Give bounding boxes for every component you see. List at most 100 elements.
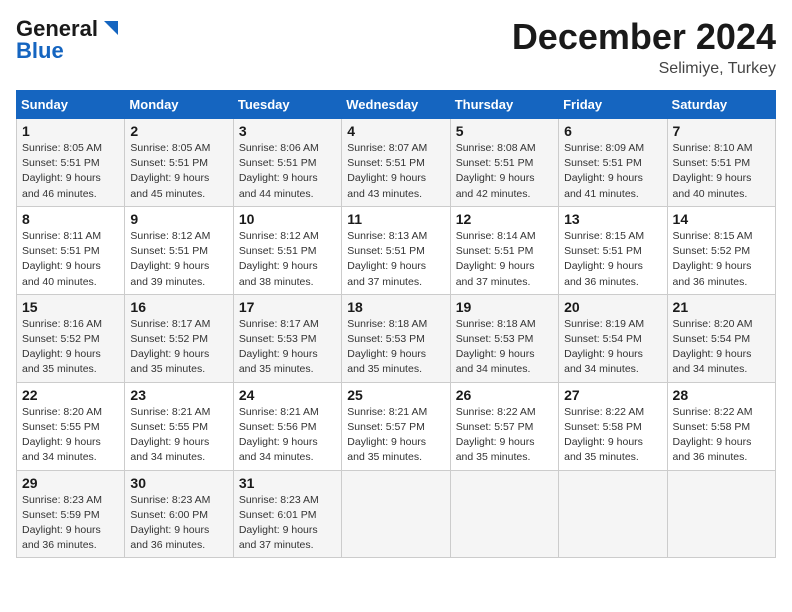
day-number: 21	[673, 299, 770, 315]
day-number: 26	[456, 387, 553, 403]
calendar-cell: 12 Sunrise: 8:14 AMSunset: 5:51 PMDayligh…	[450, 206, 558, 294]
day-info: Sunrise: 8:22 AMSunset: 5:57 PMDaylight:…	[456, 405, 553, 466]
calendar-cell: 19 Sunrise: 8:18 AMSunset: 5:53 PMDayligh…	[450, 294, 558, 382]
day-number: 1	[22, 123, 119, 139]
day-info: Sunrise: 8:20 AMSunset: 5:54 PMDaylight:…	[673, 317, 770, 378]
day-info: Sunrise: 8:17 AMSunset: 5:52 PMDaylight:…	[130, 317, 227, 378]
calendar-cell	[450, 470, 558, 558]
month-title: December 2024	[512, 16, 776, 58]
day-info: Sunrise: 8:23 AMSunset: 5:59 PMDaylight:…	[22, 493, 119, 554]
calendar-cell: 14Sunrise: 8:15 AMSunset: 5:52 PMDayligh…	[667, 206, 775, 294]
calendar-cell	[667, 470, 775, 558]
calendar-cell: 29Sunrise: 8:23 AMSunset: 5:59 PMDayligh…	[17, 470, 125, 558]
day-info: Sunrise: 8:22 AMSunset: 5:58 PMDaylight:…	[673, 405, 770, 466]
day-number: 8	[22, 211, 119, 227]
weekday-header-friday: Friday	[559, 91, 667, 119]
day-info: Sunrise: 8:15 AMSunset: 5:51 PMDaylight:…	[564, 229, 661, 290]
day-number: 6	[564, 123, 661, 139]
calendar-cell: 17Sunrise: 8:17 AMSunset: 5:53 PMDayligh…	[233, 294, 341, 382]
location: Selimiye, Turkey	[512, 60, 776, 78]
calendar-cell: 9Sunrise: 8:12 AMSunset: 5:51 PMDaylight…	[125, 206, 233, 294]
day-info: Sunrise: 8:21 AMSunset: 5:57 PMDaylight:…	[347, 405, 444, 466]
calendar-cell: 11 Sunrise: 8:13 AMSunset: 5:51 PMDayligh…	[342, 206, 450, 294]
calendar-cell	[342, 470, 450, 558]
day-info: Sunrise: 8:05 AMSunset: 5:51 PMDaylight:…	[130, 141, 227, 202]
calendar-cell: 31Sunrise: 8:23 AMSunset: 6:01 PMDayligh…	[233, 470, 341, 558]
day-number: 13	[564, 211, 661, 227]
calendar-cell: 23 Sunrise: 8:21 AMSunset: 5:55 PMDayligh…	[125, 382, 233, 470]
day-number: 10	[239, 211, 336, 227]
day-info: Sunrise: 8:23 AMSunset: 6:00 PMDaylight:…	[130, 493, 227, 554]
day-number: 3	[239, 123, 336, 139]
calendar-body: 1 Sunrise: 8:05 AMSunset: 5:51 PMDaylight…	[17, 119, 776, 558]
logo-blue: Blue	[16, 38, 64, 64]
day-number: 12	[456, 211, 553, 227]
calendar-week-2: 8 Sunrise: 8:11 AMSunset: 5:51 PMDaylight…	[17, 206, 776, 294]
day-info: Sunrise: 8:12 AMSunset: 5:51 PMDaylight:…	[239, 229, 336, 290]
calendar-cell: 20 Sunrise: 8:19 AMSunset: 5:54 PMDayligh…	[559, 294, 667, 382]
day-number: 30	[130, 475, 227, 491]
calendar-cell: 4Sunrise: 8:07 AMSunset: 5:51 PMDaylight…	[342, 119, 450, 207]
weekday-header-row: SundayMondayTuesdayWednesdayThursdayFrid…	[17, 91, 776, 119]
calendar-cell: 28 Sunrise: 8:22 AMSunset: 5:58 PMDayligh…	[667, 382, 775, 470]
calendar-cell: 22 Sunrise: 8:20 AMSunset: 5:55 PMDayligh…	[17, 382, 125, 470]
calendar-cell: 5Sunrise: 8:08 AMSunset: 5:51 PMDaylight…	[450, 119, 558, 207]
day-info: Sunrise: 8:05 AMSunset: 5:51 PMDaylight:…	[22, 141, 119, 202]
calendar-cell: 16 Sunrise: 8:17 AMSunset: 5:52 PMDayligh…	[125, 294, 233, 382]
day-number: 27	[564, 387, 661, 403]
day-number: 19	[456, 299, 553, 315]
day-number: 20	[564, 299, 661, 315]
calendar-cell: 7Sunrise: 8:10 AMSunset: 5:51 PMDaylight…	[667, 119, 775, 207]
day-number: 14	[673, 211, 770, 227]
weekday-header-sunday: Sunday	[17, 91, 125, 119]
day-info: Sunrise: 8:10 AMSunset: 5:51 PMDaylight:…	[673, 141, 770, 202]
weekday-header-wednesday: Wednesday	[342, 91, 450, 119]
day-info: Sunrise: 8:21 AMSunset: 5:56 PMDaylight:…	[239, 405, 336, 466]
day-info: Sunrise: 8:22 AMSunset: 5:58 PMDaylight:…	[564, 405, 661, 466]
day-number: 24	[239, 387, 336, 403]
day-info: Sunrise: 8:16 AMSunset: 5:52 PMDaylight:…	[22, 317, 119, 378]
calendar-cell: 1 Sunrise: 8:05 AMSunset: 5:51 PMDaylight…	[17, 119, 125, 207]
logo-arrow-icon	[100, 17, 122, 39]
day-number: 23	[130, 387, 227, 403]
day-info: Sunrise: 8:12 AMSunset: 5:51 PMDaylight:…	[130, 229, 227, 290]
day-info: Sunrise: 8:19 AMSunset: 5:54 PMDaylight:…	[564, 317, 661, 378]
calendar-cell: 18 Sunrise: 8:18 AMSunset: 5:53 PMDayligh…	[342, 294, 450, 382]
calendar-week-5: 29Sunrise: 8:23 AMSunset: 5:59 PMDayligh…	[17, 470, 776, 558]
day-number: 18	[347, 299, 444, 315]
day-info: Sunrise: 8:20 AMSunset: 5:55 PMDaylight:…	[22, 405, 119, 466]
calendar-cell: 8 Sunrise: 8:11 AMSunset: 5:51 PMDaylight…	[17, 206, 125, 294]
day-number: 22	[22, 387, 119, 403]
calendar-cell: 13 Sunrise: 8:15 AMSunset: 5:51 PMDayligh…	[559, 206, 667, 294]
day-number: 17	[239, 299, 336, 315]
calendar-cell: 27 Sunrise: 8:22 AMSunset: 5:58 PMDayligh…	[559, 382, 667, 470]
day-info: Sunrise: 8:13 AMSunset: 5:51 PMDaylight:…	[347, 229, 444, 290]
calendar-cell	[559, 470, 667, 558]
calendar-cell: 26 Sunrise: 8:22 AMSunset: 5:57 PMDayligh…	[450, 382, 558, 470]
day-number: 16	[130, 299, 227, 315]
day-info: Sunrise: 8:18 AMSunset: 5:53 PMDaylight:…	[456, 317, 553, 378]
weekday-header-tuesday: Tuesday	[233, 91, 341, 119]
day-info: Sunrise: 8:21 AMSunset: 5:55 PMDaylight:…	[130, 405, 227, 466]
day-info: Sunrise: 8:14 AMSunset: 5:51 PMDaylight:…	[456, 229, 553, 290]
day-number: 15	[22, 299, 119, 315]
day-number: 28	[673, 387, 770, 403]
calendar-cell: 6Sunrise: 8:09 AMSunset: 5:51 PMDaylight…	[559, 119, 667, 207]
day-number: 2	[130, 123, 227, 139]
calendar-week-1: 1 Sunrise: 8:05 AMSunset: 5:51 PMDaylight…	[17, 119, 776, 207]
calendar-cell: 25 Sunrise: 8:21 AMSunset: 5:57 PMDayligh…	[342, 382, 450, 470]
day-info: Sunrise: 8:11 AMSunset: 5:51 PMDaylight:…	[22, 229, 119, 290]
calendar-cell: 3 Sunrise: 8:06 AMSunset: 5:51 PMDaylight…	[233, 119, 341, 207]
calendar-cell: 2 Sunrise: 8:05 AMSunset: 5:51 PMDaylight…	[125, 119, 233, 207]
day-info: Sunrise: 8:06 AMSunset: 5:51 PMDaylight:…	[239, 141, 336, 202]
day-number: 31	[239, 475, 336, 491]
calendar-cell: 30 Sunrise: 8:23 AMSunset: 6:00 PMDayligh…	[125, 470, 233, 558]
day-info: Sunrise: 8:07 AMSunset: 5:51 PMDaylight:…	[347, 141, 444, 202]
day-info: Sunrise: 8:18 AMSunset: 5:53 PMDaylight:…	[347, 317, 444, 378]
calendar-cell: 10 Sunrise: 8:12 AMSunset: 5:51 PMDayligh…	[233, 206, 341, 294]
day-number: 11	[347, 211, 444, 227]
day-number: 25	[347, 387, 444, 403]
calendar-week-3: 15 Sunrise: 8:16 AMSunset: 5:52 PMDayligh…	[17, 294, 776, 382]
logo: General Blue	[16, 16, 122, 64]
day-number: 5	[456, 123, 553, 139]
